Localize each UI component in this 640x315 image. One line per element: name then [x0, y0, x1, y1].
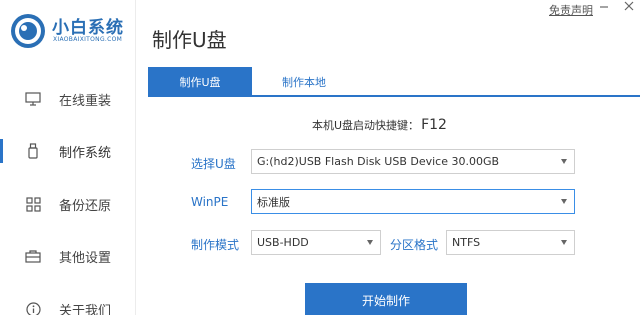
monitor-icon [24, 90, 42, 108]
sidebar-item-label: 制作系统 [59, 145, 112, 161]
grid-icon [24, 195, 42, 213]
logo-icon [11, 14, 45, 48]
tab-make-local[interactable]: 制作本地 [252, 67, 356, 97]
sidebar-item-make-system[interactable]: 制作系统 [0, 136, 136, 166]
hotkey-value: F12 [421, 117, 447, 133]
hotkey-label: 本机U盘启动快捷键： [312, 119, 420, 132]
minimize-icon [600, 6, 608, 8]
chevron-down-icon [561, 199, 567, 204]
usb-drive-icon [24, 142, 42, 160]
tab-bar: 制作U盘 制作本地 [148, 67, 640, 97]
sidebar-item-label: 在线重装 [59, 93, 112, 109]
winpe-select[interactable]: 标准版 [251, 189, 575, 214]
sidebar-item-other-settings[interactable]: 其他设置 [0, 241, 136, 271]
chevron-down-icon [561, 159, 567, 164]
partition-select-label: 分区格式 [390, 238, 439, 252]
winpe-select-label: WinPE [191, 195, 229, 209]
sidebar-item-online-reinstall[interactable]: 在线重装 [0, 84, 136, 114]
sidebar-item-backup-restore[interactable]: 备份还原 [0, 189, 136, 219]
mode-select-label: 制作模式 [191, 238, 240, 252]
minimize-button[interactable] [599, 0, 609, 16]
chevron-down-icon [561, 240, 567, 245]
sidebar: 小白系统 XIAOBAIXITONG.COM 在线重装 制作系统 备份还原 其他… [0, 0, 136, 315]
hotkey-info: 本机U盘启动快捷键： F12 [312, 117, 447, 133]
sidebar-item-label: 其他设置 [59, 250, 112, 266]
disclaimer-link[interactable]: 免责声明 [549, 2, 593, 18]
usb-select-value: G:(hd2)USB Flash Disk USB Device 30.00GB [257, 155, 500, 168]
app-logo: 小白系统 XIAOBAIXITONG.COM [8, 9, 136, 57]
partition-select-value: NTFS [452, 236, 481, 249]
tab-make-usb[interactable]: 制作U盘 [148, 67, 252, 97]
partition-select[interactable]: NTFS [446, 230, 575, 255]
close-icon [624, 1, 634, 11]
page-title: 制作U盘 [152, 28, 227, 52]
sidebar-item-label: 关于我们 [59, 303, 112, 315]
logo-subtext: XIAOBAIXITONG.COM [53, 36, 123, 43]
info-icon [24, 300, 42, 315]
toolbox-icon [24, 247, 42, 265]
usb-select-label: 选择U盘 [191, 157, 236, 171]
sidebar-item-label: 备份还原 [59, 198, 112, 214]
sidebar-item-about-us[interactable]: 关于我们 [0, 294, 136, 315]
logo-text: 小白系统 [52, 18, 124, 38]
winpe-select-value: 标准版 [257, 195, 290, 209]
chevron-down-icon [367, 240, 373, 245]
mode-select[interactable]: USB-HDD [251, 230, 381, 255]
close-button[interactable] [624, 0, 634, 16]
start-making-button[interactable]: 开始制作 [305, 283, 467, 315]
usb-select[interactable]: G:(hd2)USB Flash Disk USB Device 30.00GB [251, 149, 575, 174]
mode-select-value: USB-HDD [257, 236, 309, 249]
